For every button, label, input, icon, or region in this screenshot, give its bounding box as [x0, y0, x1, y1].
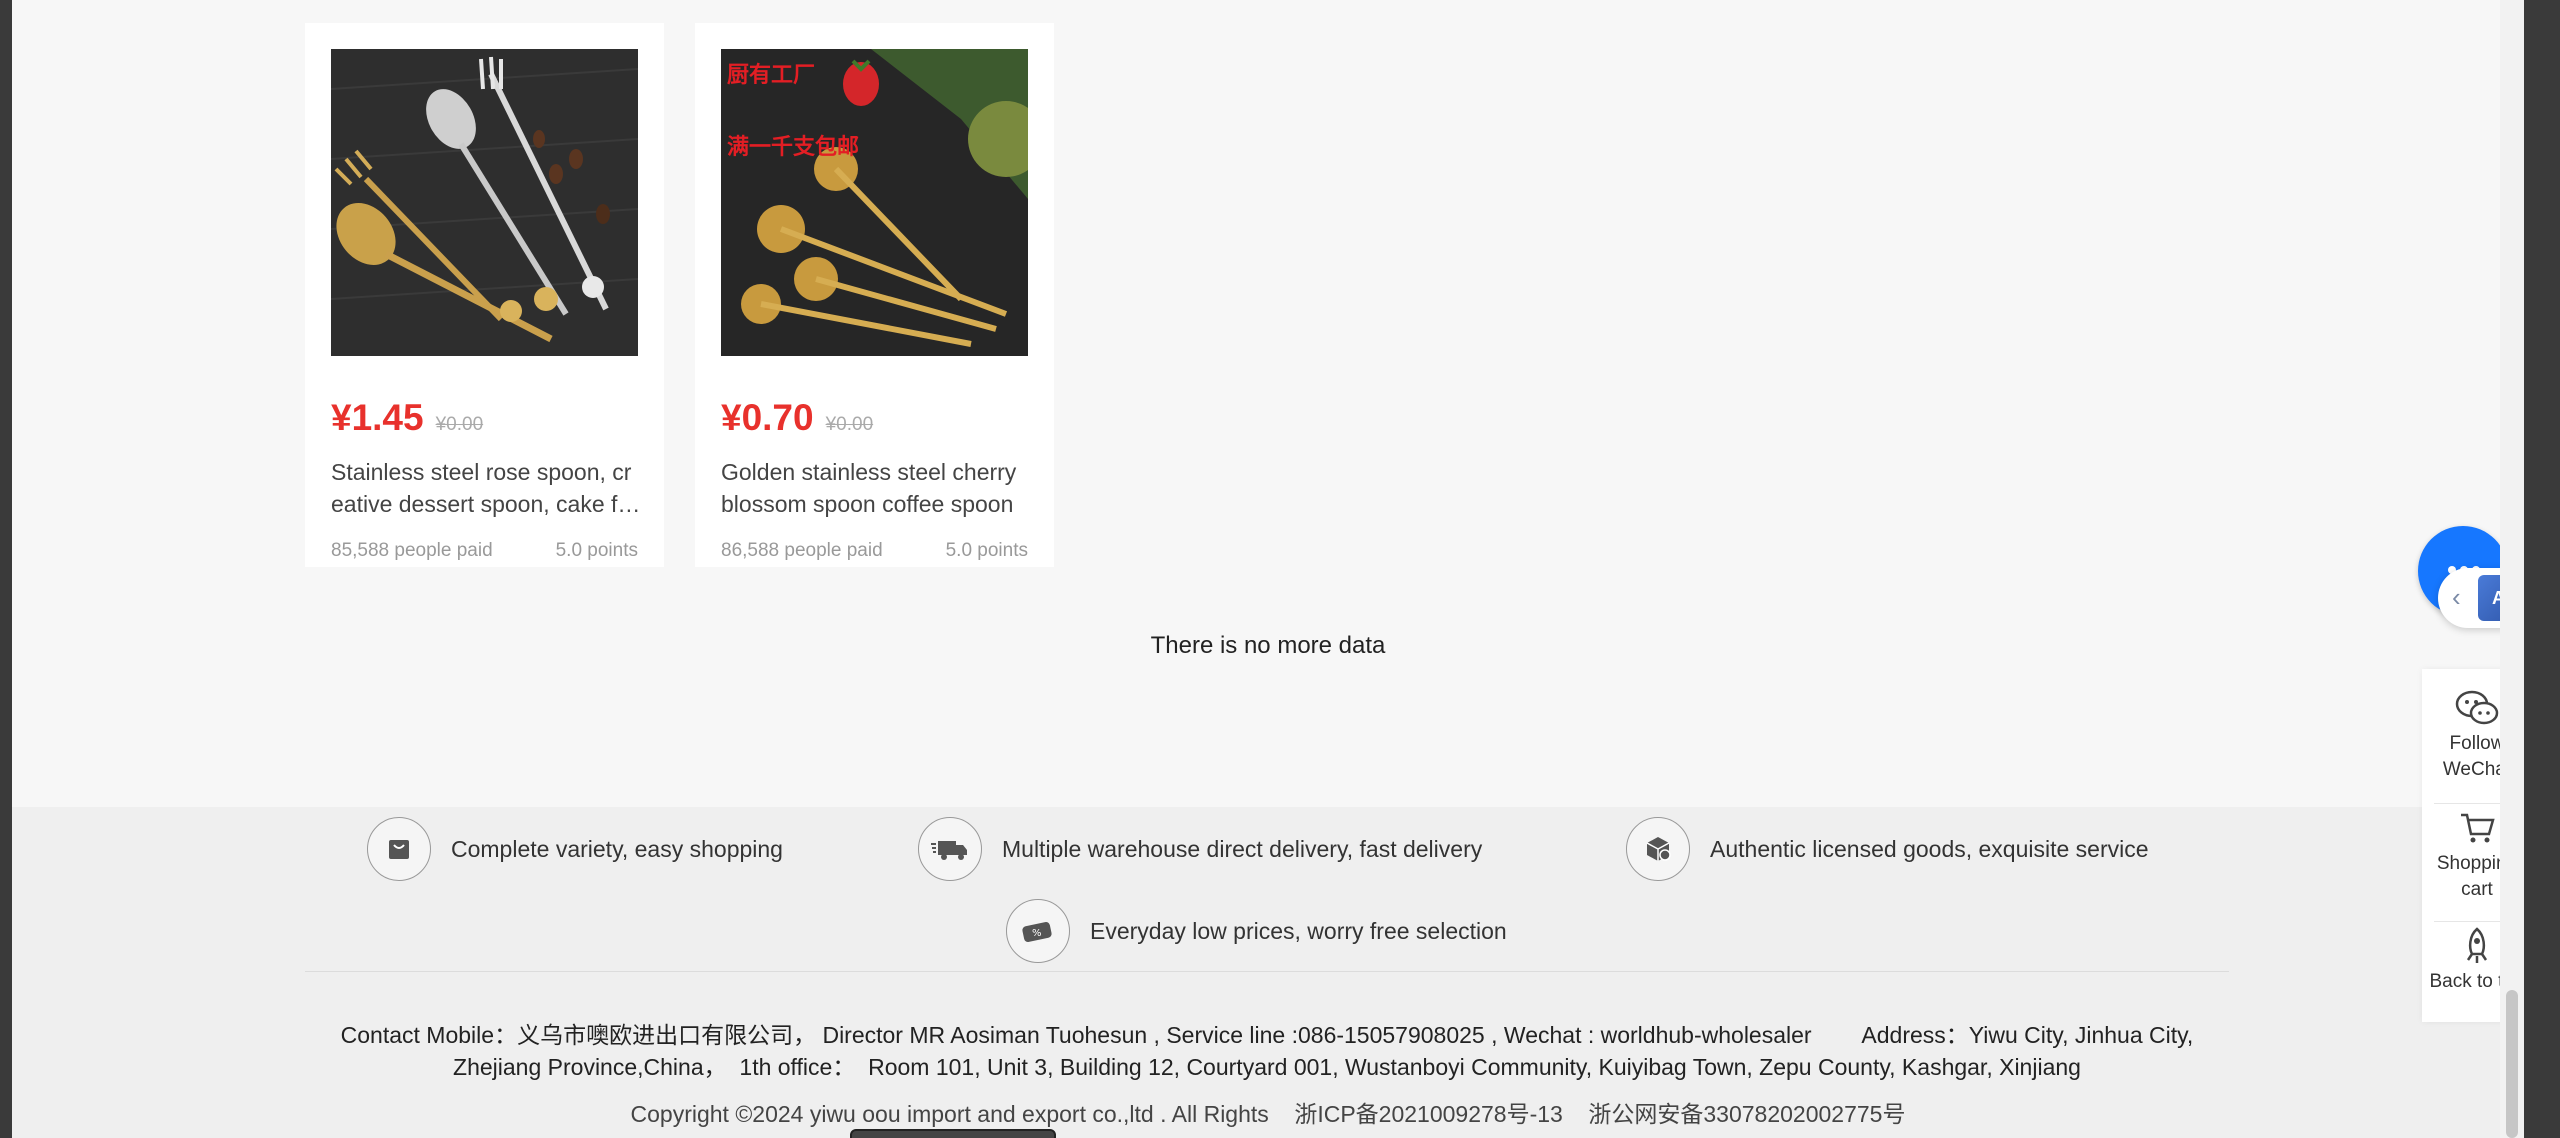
feature-label: Everyday low prices, worry free selectio… — [1090, 917, 1507, 944]
feature-label: Complete variety, easy shopping — [451, 835, 783, 862]
authentic-goods-icon — [1626, 817, 1690, 881]
product-price: ¥1.45 — [331, 397, 424, 438]
product-original-price: ¥0.00 — [435, 414, 484, 435]
scrollbar-thumb[interactable] — [2506, 990, 2518, 1138]
product-title[interactable]: Stainless steel rose spoon, creative des… — [331, 456, 641, 520]
image-overlay-text: 满一千支包邮 — [727, 134, 860, 159]
bottom-tab-stub — [850, 1129, 1056, 1138]
product-image-rose-spoon[interactable] — [331, 49, 638, 356]
svg-text:%: % — [1032, 928, 1042, 939]
product-price: ¥0.70 — [721, 397, 814, 438]
delivery-truck-icon — [918, 817, 982, 881]
product-card[interactable]: 厨有工厂 满一千支包邮 ¥0.70 ¥0.00 Golden stainless… — [695, 23, 1054, 567]
product-image-cherry-blossom-spoon[interactable]: 厨有工厂 满一千支包邮 — [721, 49, 1028, 356]
contact-line: Zhejiang Province,China， 1th office： Roo… — [453, 1054, 2081, 1080]
copyright: Copyright ©2024 yiwu oou import and expo… — [630, 1101, 1906, 1127]
product-card[interactable]: ¥1.45 ¥0.00 Stainless steel rose spoon, … — [305, 23, 664, 567]
contact-info: Contact Mobile：义乌市噢欧进出口有限公司， Director MR… — [305, 1019, 2229, 1083]
product-original-price: ¥0.00 — [825, 414, 874, 435]
image-overlay-text: 厨有工厂 — [727, 62, 816, 87]
feature-item: Authentic licensed goods, exquisite serv… — [1626, 817, 2149, 881]
product-rating: 5.0 points — [945, 540, 1028, 561]
chevron-left-icon: ‹ — [2452, 582, 2461, 612]
footer: Complete variety, easy shopping Multiple… — [12, 807, 2524, 1138]
discount-tag-icon: % — [1006, 899, 1070, 963]
footer-divider — [305, 971, 2229, 972]
feature-label: Multiple warehouse direct delivery, fast… — [1002, 835, 1483, 862]
contact-line: Contact Mobile：义乌市噢欧进出口有限公司， Director MR… — [340, 1022, 2194, 1048]
product-title[interactable]: Golden stainless steel cherry blossom sp… — [721, 456, 1031, 520]
page: ¥1.45 ¥0.00 Stainless steel rose spoon, … — [12, 0, 2524, 1138]
feature-item: Multiple warehouse direct delivery, fast… — [918, 817, 1482, 881]
feature-label: Authentic licensed goods, exquisite serv… — [1710, 835, 2149, 862]
shopping-bag-icon — [367, 817, 431, 881]
product-rating: 5.0 points — [555, 540, 638, 561]
product-paid-count: 85,588 people paid — [331, 540, 493, 561]
feature-item: % Everyday low prices, worry free select… — [1006, 899, 1507, 963]
feature-item: Complete variety, easy shopping — [367, 817, 783, 881]
scrollbar[interactable] — [2500, 0, 2524, 1138]
list-end-message: There is no more data — [1150, 632, 1386, 659]
product-paid-count: 86,588 people paid — [721, 540, 883, 561]
